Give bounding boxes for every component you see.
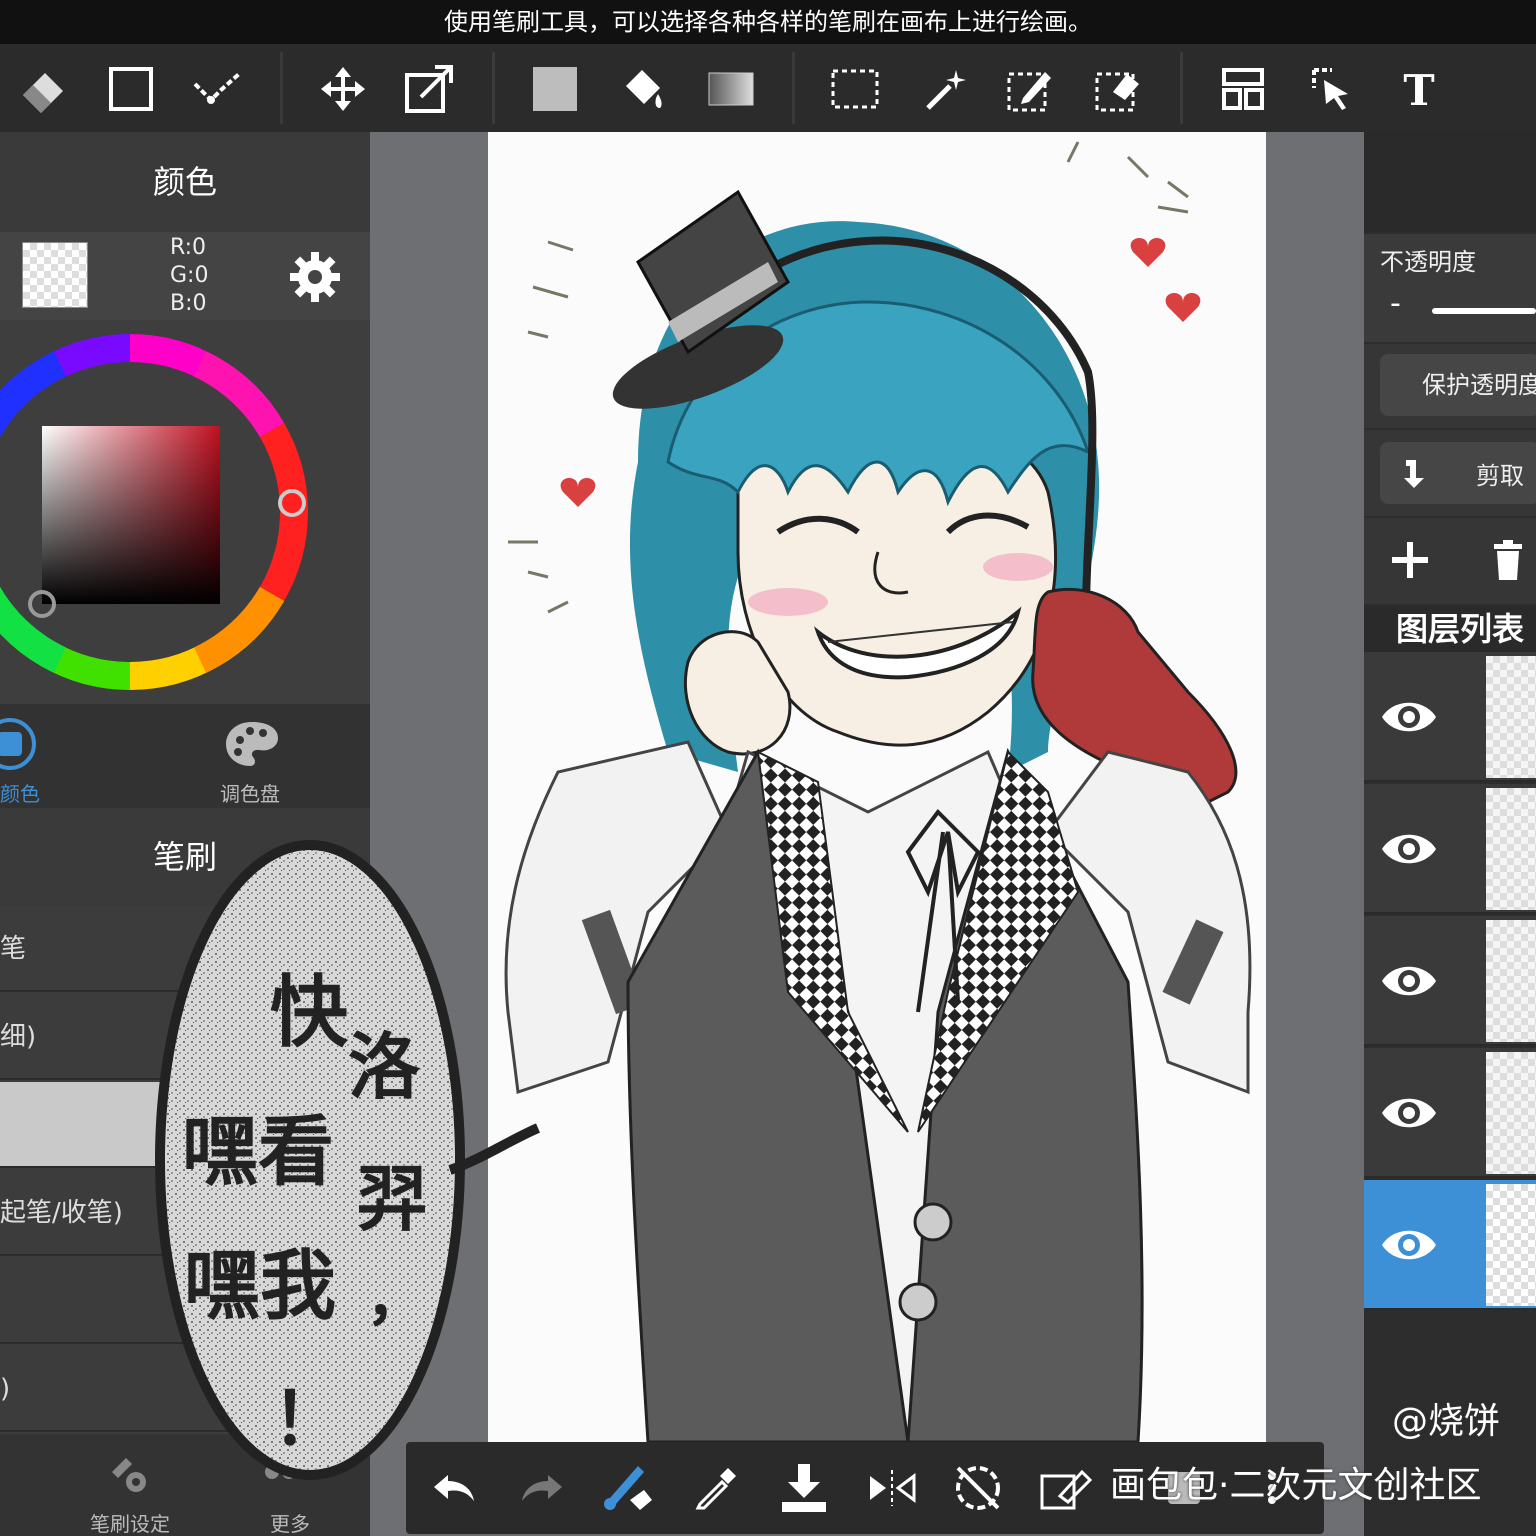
color-panel-title: 颜色 — [0, 132, 370, 232]
bubble-text-3: 嘿看 — [182, 1107, 334, 1196]
rgb-b: B:0 — [170, 291, 207, 316]
layer-thumbnail — [1486, 656, 1536, 778]
eye-icon[interactable] — [1380, 1216, 1438, 1274]
rgb-g: G:0 — [170, 263, 209, 288]
bubble-text-5: 嘿我 — [184, 1241, 336, 1330]
layer-list-title: 图层列表 — [1364, 606, 1536, 652]
color-picker[interactable] — [0, 320, 370, 704]
layer-row[interactable] — [1364, 784, 1536, 914]
tab-more[interactable]: 更多 — [270, 1508, 310, 1536]
toolbar: T — [0, 44, 1536, 132]
opacity-minus-button[interactable]: - — [1390, 286, 1401, 321]
select-eraser-icon[interactable] — [1084, 54, 1154, 124]
gradient-tool-icon[interactable] — [696, 54, 766, 124]
opacity-label: 不透明度 — [1380, 248, 1476, 276]
select-rect-icon[interactable] — [820, 54, 890, 124]
watermark-author: @烧饼 — [1392, 1401, 1501, 1442]
text-tool-icon[interactable]: T — [1384, 54, 1454, 124]
opacity-block: 不透明度 - — [1364, 234, 1536, 342]
redo-icon[interactable] — [510, 1456, 574, 1520]
layout-tool-icon[interactable] — [1208, 54, 1278, 124]
current-color-swatch[interactable] — [22, 242, 88, 308]
clip-button[interactable]: 剪取 — [1380, 442, 1536, 504]
eyedropper-icon[interactable] — [684, 1456, 748, 1520]
eye-icon[interactable] — [1380, 688, 1438, 746]
hint-bar: 使用笔刷工具，可以选择各种各样的笔刷在画布上进行绘画。 — [0, 0, 1536, 44]
artwork-illustration — [504, 141, 1252, 1442]
layer-thumbnail — [1486, 1052, 1536, 1174]
rectangle-tool-icon[interactable] — [96, 54, 166, 124]
drawing-canvas[interactable] — [488, 132, 1266, 1442]
undo-icon[interactable] — [422, 1456, 486, 1520]
bucket-tool-icon[interactable] — [608, 54, 678, 124]
protect-alpha-button[interactable]: 保护透明度 — [1380, 354, 1536, 416]
brush-tool-icon[interactable] — [596, 1456, 660, 1520]
color-square-icon[interactable] — [0, 716, 38, 772]
svg-text:T: T — [1403, 67, 1434, 111]
eraser-tool-icon[interactable] — [8, 54, 78, 124]
color-tabs: 颜色 调色盘 — [0, 704, 370, 808]
bubble-text-2: 洛 — [348, 1024, 421, 1109]
opacity-slider[interactable] — [1432, 308, 1536, 314]
layer-row[interactable] — [1364, 1048, 1536, 1178]
select-pen-icon[interactable] — [996, 54, 1066, 124]
watermark-site: 画包包·二次元文创社区 — [1110, 1465, 1482, 1506]
brush-settings-icon[interactable] — [108, 1452, 154, 1498]
eye-icon[interactable] — [1380, 820, 1438, 878]
flip-icon[interactable] — [860, 1456, 924, 1520]
add-layer-icon[interactable] — [1392, 542, 1428, 578]
bubble-text-6: ， — [366, 1264, 426, 1334]
rgb-r: R:0 — [170, 235, 207, 260]
line-tool-icon[interactable] — [184, 54, 254, 124]
select-layer-icon[interactable] — [1296, 54, 1366, 124]
layer-row[interactable] — [1364, 916, 1536, 1046]
speech-bubble: 快 洛 嘿看 羿 嘿我 ， ！ — [150, 840, 540, 1490]
eye-icon[interactable] — [1380, 1084, 1438, 1142]
tab-color[interactable]: 颜色 — [0, 778, 40, 807]
clip-label: 剪取 — [1476, 462, 1524, 490]
bubble-text-1: 快 — [270, 967, 349, 1058]
layer-row[interactable] — [1364, 652, 1536, 782]
layer-thumbnail — [1486, 788, 1536, 910]
color-info: R:0 G:0 B:0 — [0, 232, 370, 320]
layer-row-selected[interactable] — [1364, 1180, 1536, 1310]
bubble-text-4: 羿 — [356, 1156, 429, 1241]
move-tool-icon[interactable] — [308, 54, 378, 124]
layer-thumbnail — [1486, 920, 1536, 1042]
fill-color-icon[interactable] — [520, 54, 590, 124]
selection-edit-icon[interactable] — [1034, 1456, 1098, 1520]
bubble-text-7: ！ — [272, 1376, 345, 1461]
save-download-icon[interactable] — [772, 1456, 836, 1520]
tab-brush-settings[interactable]: 笔刷设定 — [90, 1508, 170, 1536]
gear-icon[interactable] — [288, 250, 342, 304]
tab-palette[interactable]: 调色盘 — [220, 778, 280, 807]
palette-icon[interactable] — [224, 718, 280, 770]
rotate-reset-icon[interactable] — [946, 1456, 1010, 1520]
transform-tool-icon[interactable] — [394, 54, 464, 124]
magic-wand-icon[interactable] — [910, 54, 980, 124]
trash-icon[interactable] — [1492, 540, 1524, 580]
layer-panel: 不透明度 - 保护透明度 剪取 图层列表 — [1364, 132, 1536, 1536]
eye-icon[interactable] — [1380, 952, 1438, 1010]
layer-thumbnail — [1486, 1184, 1536, 1306]
